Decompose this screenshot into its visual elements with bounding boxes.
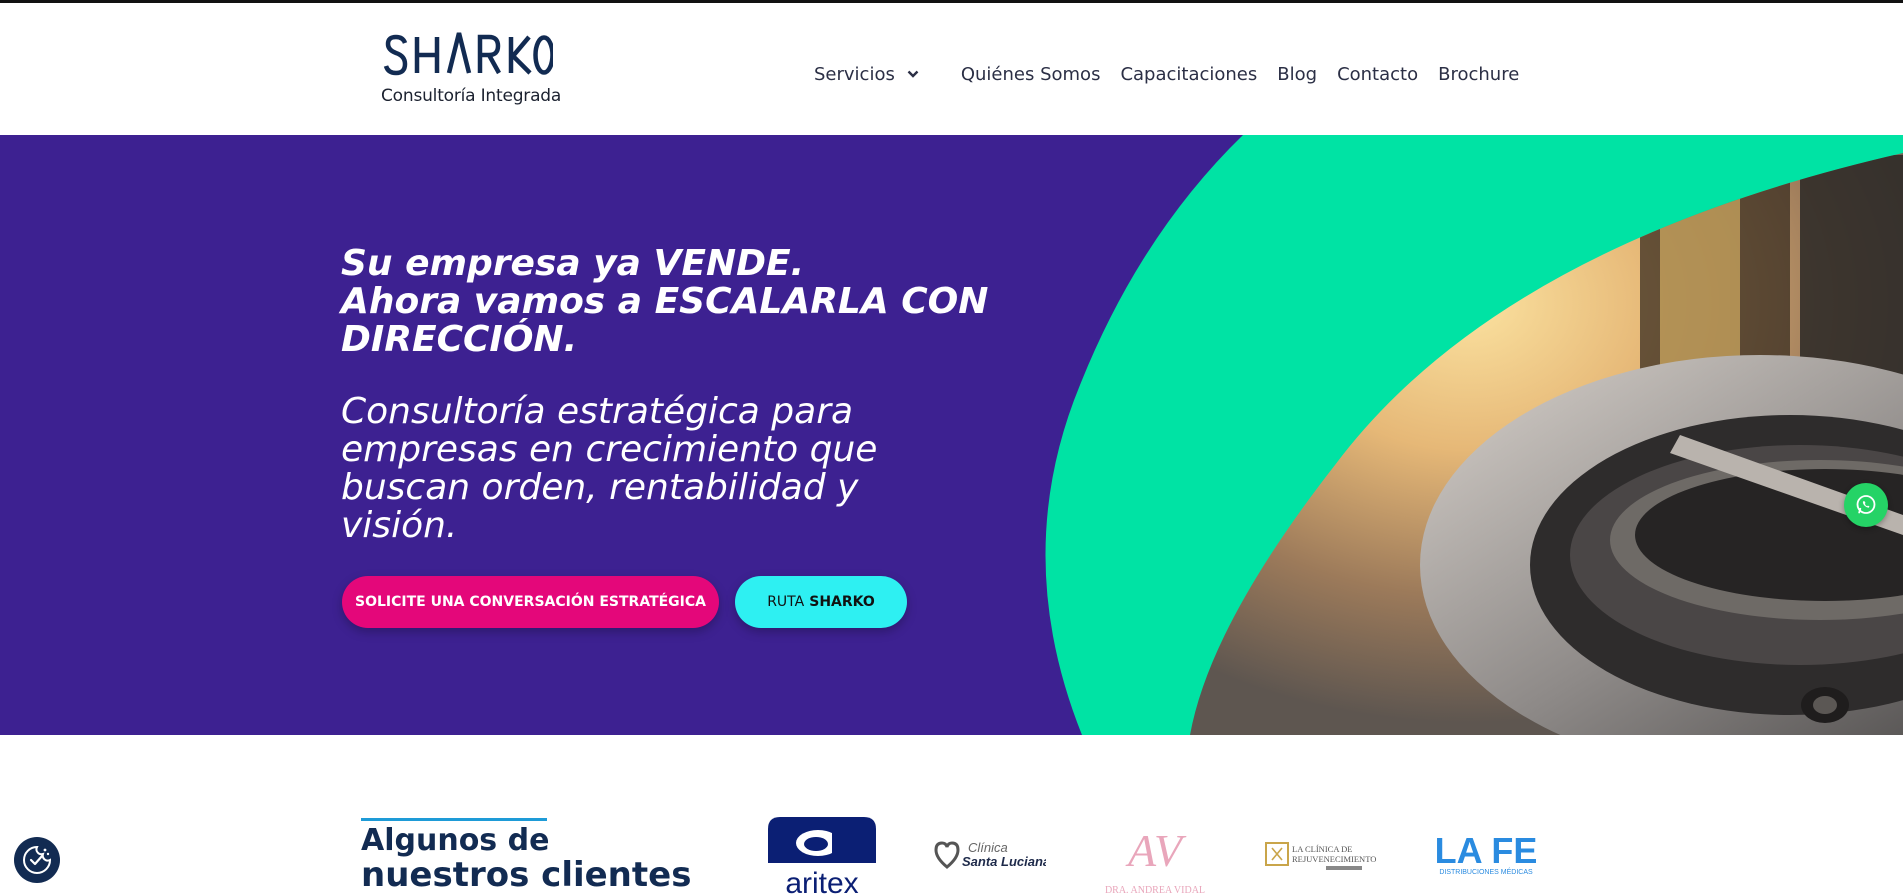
client-logo-la-fe: LA FE DISTRIBUCIONES MÉDICAS <box>1434 830 1538 876</box>
clinica-line2: REJUVENECIMIENTO <box>1292 854 1376 864</box>
cookie-settings-icon <box>23 845 52 874</box>
andrea-vidal-monogram: AV <box>1125 825 1187 876</box>
la-fe-mark-icon: LA FE DISTRIBUCIONES MÉDICAS <box>1435 830 1538 876</box>
request-conversation-button[interactable]: SOLICITE UNA CONVERSACIÓN ESTRATÉGICA <box>342 576 719 628</box>
hero-title-line: Ahora vamos a ESCALARLA CON <box>341 281 989 322</box>
santa-luciana-mark-icon: Clínica Santa Luciana <box>934 840 1050 869</box>
aritex-mark-icon: aritex <box>768 817 876 895</box>
hero-subtitle-line: buscan orden, rentabilidad y <box>341 467 859 508</box>
la-fe-wordmark: LA FE <box>1435 832 1538 871</box>
hero-subtitle-line: empresas en crecimiento que <box>341 429 878 470</box>
cookie-settings-button[interactable] <box>14 837 60 883</box>
clients-heading-line1: Algunos de <box>361 823 550 858</box>
hero-subtitle-line: visión. <box>341 505 458 546</box>
client-logo-santa-luciana: Clínica Santa Luciana <box>932 838 1050 872</box>
nav-quienes-somos[interactable]: Quiénes Somos <box>961 64 1101 85</box>
ruta-sharko-bold: SHARKO <box>809 594 875 610</box>
client-logo-clinica-rejuvenecimiento: LA CLÍNICA DE REJUVENECIMIENTO <box>1264 838 1378 872</box>
brand-logo[interactable]: Consultoría Integrada <box>381 29 561 113</box>
clinica-rejuvenecimiento-mark-icon: LA CLÍNICA DE REJUVENECIMIENTO <box>1265 842 1376 870</box>
andrea-vidal-name: DRA. ANDREA VIDAL <box>1105 885 1205 895</box>
clients-heading-rule <box>361 818 547 821</box>
nav-servicios-label: Servicios <box>814 63 895 85</box>
chevron-down-icon <box>907 70 919 78</box>
ruta-sharko-button[interactable]: RUTA SHARKO <box>735 576 907 628</box>
hero-title-line: DIRECCIÓN. <box>341 319 578 360</box>
brand-wordmark-icon <box>383 32 553 76</box>
client-logo-aritex: aritex <box>766 813 878 895</box>
main-nav: Servicios Quiénes Somos Capacitaciones B… <box>814 59 1519 89</box>
hero-title-line: Su empresa ya VENDE. <box>341 243 805 284</box>
clinica-line1: LA CLÍNICA DE <box>1292 844 1352 854</box>
brand-tagline: Consultoría Integrada <box>381 86 562 106</box>
whatsapp-icon <box>1856 495 1876 514</box>
site-header: Consultoría Integrada Servicios Quiénes … <box>0 3 1903 135</box>
clients-heading-line2: nuestros clientes <box>361 855 692 895</box>
hero-title: Su empresa ya VENDE. Ahora vamos a ESCAL… <box>341 245 1021 359</box>
nav-brochure[interactable]: Brochure <box>1438 64 1519 85</box>
nav-servicios[interactable]: Servicios <box>814 64 919 85</box>
santa-luciana-line2: Santa Luciana <box>962 854 1046 869</box>
nav-blog[interactable]: Blog <box>1277 64 1317 85</box>
ruta-sharko-prefix: RUTA <box>767 594 805 610</box>
whatsapp-button[interactable] <box>1844 483 1888 527</box>
nav-capacitaciones[interactable]: Capacitaciones <box>1120 64 1257 85</box>
hero-section: Su empresa ya VENDE. Ahora vamos a ESCAL… <box>0 135 1903 735</box>
hero-subtitle: Consultoría estratégica para empresas en… <box>341 393 961 545</box>
la-fe-subtitle: DISTRIBUCIONES MÉDICAS <box>1439 867 1533 876</box>
andrea-vidal-mark-icon: AV DRA. ANDREA VIDAL <box>1105 825 1205 895</box>
hero-subtitle-line: Consultoría estratégica para <box>341 391 854 432</box>
santa-luciana-line1: Clínica <box>968 840 1008 855</box>
client-logo-andrea-vidal: AV DRA. ANDREA VIDAL <box>1100 818 1210 895</box>
aritex-wordmark: aritex <box>785 867 858 895</box>
nav-contacto[interactable]: Contacto <box>1337 64 1418 85</box>
